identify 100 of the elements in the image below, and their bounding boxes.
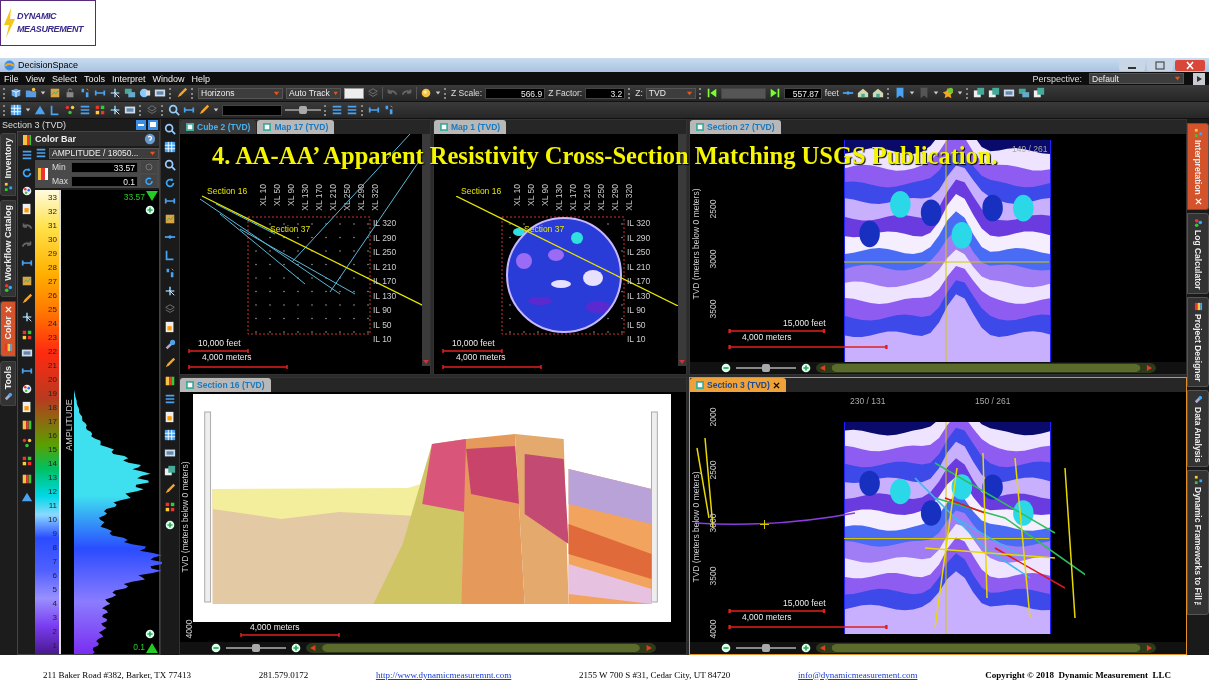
- crosshair-icon[interactable]: [164, 285, 176, 297]
- track-mode-dropdown[interactable]: Auto Track: [286, 87, 341, 99]
- crosshair-icon[interactable]: [109, 104, 121, 116]
- caret-icon[interactable]: [932, 90, 939, 96]
- dots-icon[interactable]: [20, 329, 33, 341]
- layers-icon[interactable]: [367, 87, 379, 99]
- grid-icon[interactable]: [164, 429, 176, 441]
- list-icon[interactable]: [164, 393, 176, 405]
- bottom-marker-icon[interactable]: [146, 643, 158, 653]
- list-icon[interactable]: [35, 147, 47, 159]
- document-icon[interactable]: [20, 203, 33, 215]
- color-swatch-icon[interactable]: [164, 375, 176, 387]
- lock-icon[interactable]: [64, 87, 76, 99]
- map-icon[interactable]: [20, 275, 33, 287]
- footer-link[interactable]: http://www.dynamicmeasuremnt.com: [375, 669, 512, 680]
- pencil-icon[interactable]: [176, 87, 188, 99]
- window-icon[interactable]: [987, 87, 1000, 99]
- screen-icon[interactable]: [124, 104, 136, 116]
- restore-icon[interactable]: [148, 120, 158, 130]
- side-tab[interactable]: Project Designer: [1187, 297, 1209, 387]
- refresh-button[interactable]: [141, 175, 157, 187]
- well-icon[interactable]: [49, 104, 61, 116]
- palette-icon[interactable]: [20, 185, 33, 197]
- layers-icon[interactable]: [164, 303, 176, 315]
- minimize-button[interactable]: [1119, 59, 1145, 71]
- home-icon[interactable]: [871, 87, 884, 99]
- well-icon[interactable]: [164, 249, 176, 261]
- folder-icon[interactable]: [25, 87, 37, 99]
- menu-item[interactable]: View: [25, 73, 45, 84]
- caret-icon[interactable]: [40, 90, 46, 96]
- search-icon[interactable]: [164, 123, 176, 135]
- slider[interactable]: [285, 106, 321, 114]
- side-tab[interactable]: Tools: [0, 360, 16, 407]
- caret-icon[interactable]: [956, 90, 963, 96]
- grid-icon[interactable]: [164, 141, 176, 153]
- caret-icon[interactable]: [908, 90, 915, 96]
- min-field[interactable]: 33.57: [71, 161, 138, 173]
- screen-icon[interactable]: [1002, 87, 1015, 99]
- windows-icon[interactable]: [1017, 87, 1030, 99]
- home-icon[interactable]: [856, 87, 869, 99]
- menu-item[interactable]: Window: [152, 73, 185, 84]
- zoom-out-icon[interactable]: [720, 642, 732, 654]
- traffic-light-icon[interactable]: [64, 104, 76, 116]
- list-icon[interactable]: [79, 104, 91, 116]
- zoom-in-icon[interactable]: [144, 204, 156, 216]
- pencil-icon[interactable]: [164, 357, 176, 369]
- z-domain-dropdown[interactable]: TVD: [645, 87, 696, 99]
- triangle-icon[interactable]: [34, 104, 46, 116]
- zoom-out-icon[interactable]: [210, 642, 222, 654]
- slider-thumb[interactable]: [762, 644, 770, 652]
- refresh-icon[interactable]: [20, 167, 33, 179]
- step-field[interactable]: 557.87: [783, 87, 822, 99]
- screen-icon[interactable]: [154, 87, 166, 99]
- menu-item[interactable]: Help: [191, 73, 210, 84]
- menu-item[interactable]: File: [4, 73, 19, 84]
- side-tab[interactable]: Inventory: [0, 133, 16, 196]
- pencil-icon[interactable]: [198, 104, 210, 116]
- footer-link[interactable]: info@dynamicmeasurement.com: [798, 669, 918, 680]
- side-tab[interactable]: Data Analysis: [1187, 389, 1209, 468]
- caret-icon[interactable]: [25, 107, 31, 113]
- view-tab[interactable]: Section 3 (TVD): [690, 378, 786, 392]
- scrollbar[interactable]: [306, 643, 656, 653]
- slider-thumb[interactable]: [252, 644, 260, 652]
- document-icon[interactable]: [164, 321, 176, 333]
- side-tab[interactable]: Log Calculator: [1187, 212, 1209, 295]
- ruler-icon[interactable]: [164, 195, 176, 207]
- dots-icon[interactable]: [164, 501, 176, 513]
- window-icon[interactable]: [972, 87, 985, 99]
- color-swatch-icon[interactable]: [20, 473, 33, 485]
- ruler-icon[interactable]: [20, 257, 33, 269]
- globe-icon[interactable]: [139, 87, 151, 99]
- step-forward-icon[interactable]: [768, 87, 781, 99]
- zoom-in-icon[interactable]: [800, 642, 812, 654]
- step-slider-field[interactable]: [720, 87, 766, 99]
- color-swatch-icon[interactable]: [20, 419, 33, 431]
- zoom-out-icon[interactable]: [720, 362, 732, 374]
- window-icon[interactable]: [164, 465, 176, 477]
- slider-thumb[interactable]: [762, 364, 770, 372]
- help-icon[interactable]: [144, 133, 156, 145]
- refresh-icon[interactable]: [164, 177, 176, 189]
- list-icon[interactable]: [20, 149, 33, 161]
- list-icon[interactable]: [346, 104, 358, 116]
- ruler-icon[interactable]: [94, 87, 106, 99]
- document-icon[interactable]: [20, 401, 33, 413]
- color-field[interactable]: [222, 104, 282, 116]
- traffic-light-icon[interactable]: [20, 437, 33, 449]
- horizon-type-dropdown[interactable]: Horizons: [198, 87, 283, 99]
- ruler-icon[interactable]: [183, 104, 195, 116]
- palette-icon[interactable]: [20, 383, 33, 395]
- wrench-icon[interactable]: [164, 339, 176, 351]
- color-swatch[interactable]: [344, 87, 364, 99]
- menu-item[interactable]: Tools: [83, 73, 105, 84]
- crosshair-icon[interactable]: [109, 87, 121, 99]
- screen-icon[interactable]: [164, 447, 176, 459]
- menu-item[interactable]: Interpret: [111, 73, 146, 84]
- zoom-in-icon[interactable]: [800, 362, 812, 374]
- menu-item[interactable]: Select: [51, 73, 77, 84]
- perspective-dropdown[interactable]: Default: [1089, 73, 1184, 84]
- pencil-icon[interactable]: [20, 293, 33, 305]
- side-tab[interactable]: Color: [0, 301, 16, 357]
